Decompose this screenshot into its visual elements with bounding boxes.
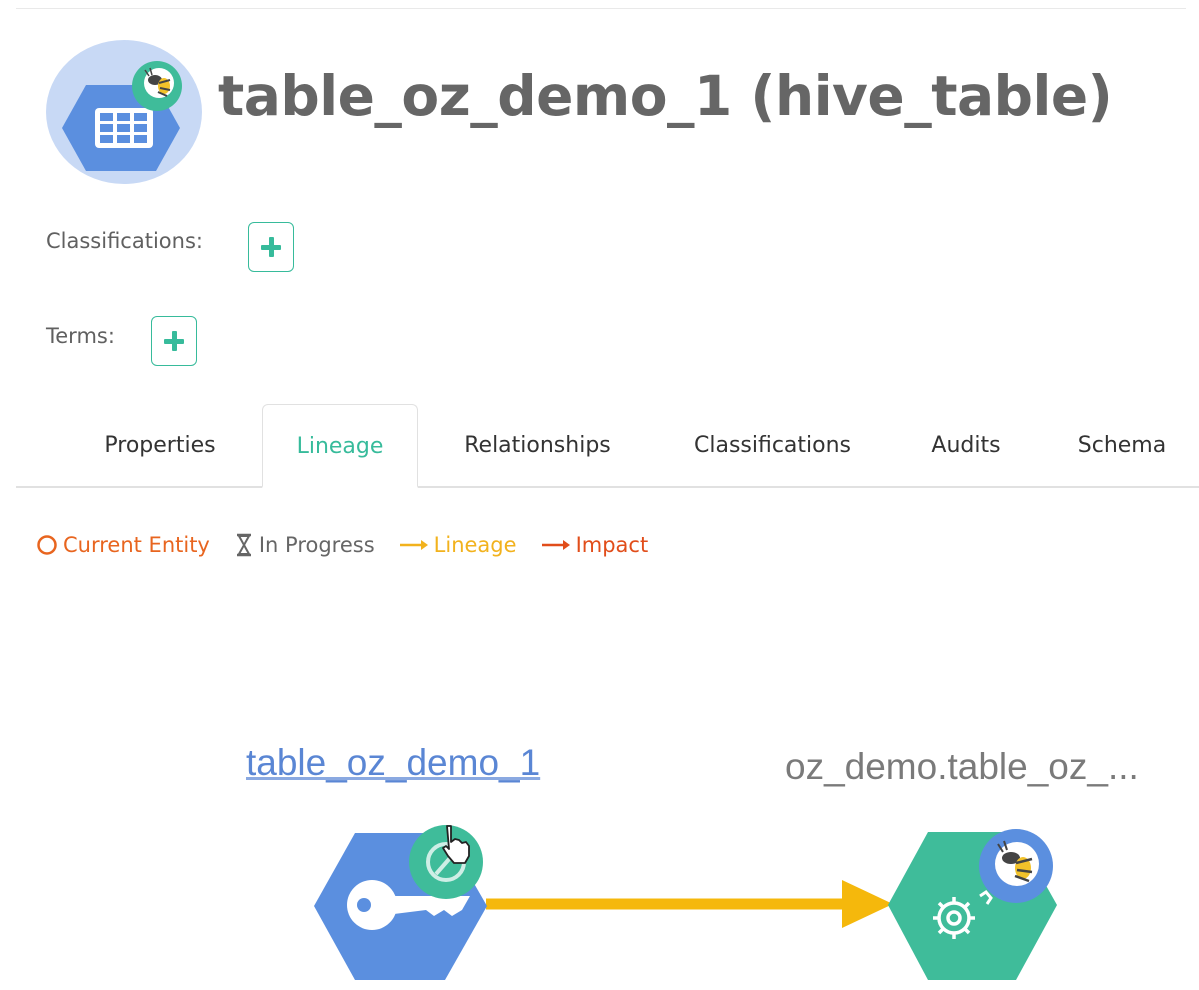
- lineage-graph: [314, 825, 1057, 980]
- entity-detail-page: table_oz_demo_1 (hive_table) Classificat…: [0, 0, 1199, 990]
- target-node[interactable]: [888, 829, 1057, 980]
- tab-lineage[interactable]: Lineage: [262, 404, 418, 488]
- lineage-edge[interactable]: [486, 880, 893, 928]
- hive-bee-icon: [409, 825, 483, 899]
- hive-bee-icon: [979, 829, 1053, 903]
- source-node[interactable]: [314, 825, 487, 980]
